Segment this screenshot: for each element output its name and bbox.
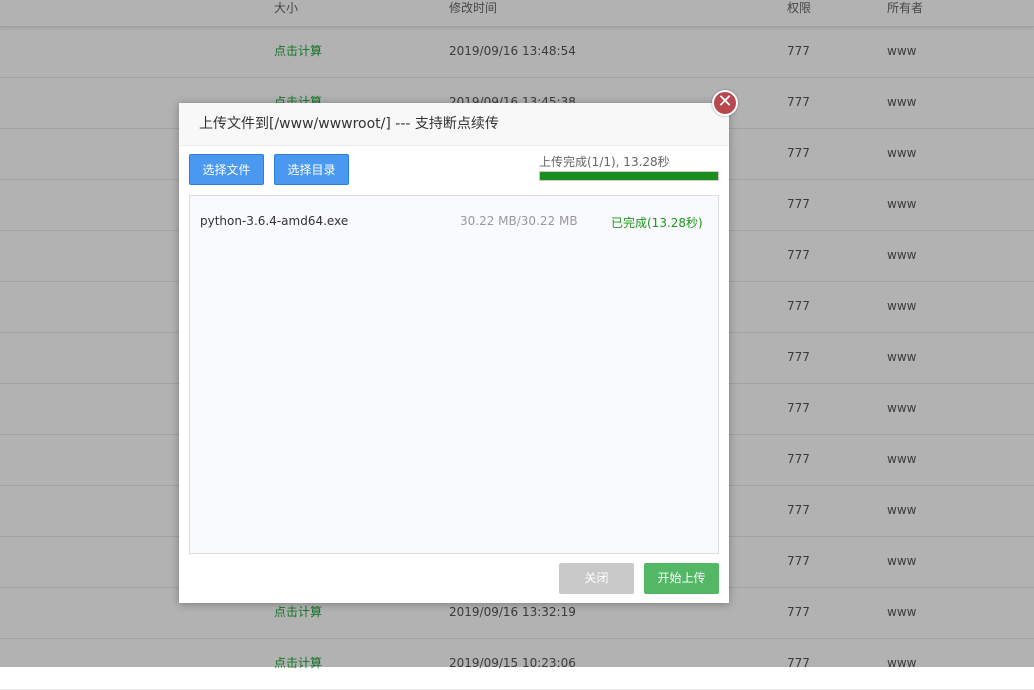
start-upload-button[interactable]: 开始上传 bbox=[644, 563, 719, 594]
upload-file-list: python-3.6.4-amd64.exe 30.22 MB/30.22 MB… bbox=[189, 195, 719, 554]
upload-progress-bar bbox=[539, 171, 719, 181]
close-icon[interactable]: ✕ bbox=[712, 90, 738, 116]
file-status: 已完成(13.28秒) bbox=[611, 216, 703, 230]
select-directory-button[interactable]: 选择目录 bbox=[274, 154, 349, 185]
upload-dialog: 上传文件到[/www/wwwroot/] --- 支持断点续传 ✕ 选择文件 选… bbox=[179, 90, 738, 603]
progress-fill bbox=[540, 172, 718, 180]
upload-status: 上传完成(1/1), 13.28秒 bbox=[539, 155, 670, 169]
file-size: 30.22 MB/30.22 MB bbox=[460, 214, 578, 228]
close-button[interactable]: 关闭 bbox=[559, 563, 634, 594]
file-name: python-3.6.4-amd64.exe bbox=[200, 214, 349, 228]
list-item: python-3.6.4-amd64.exe 30.22 MB/30.22 MB… bbox=[190, 208, 718, 236]
dialog-title: 上传文件到[/www/wwwroot/] --- 支持断点续传 bbox=[179, 103, 729, 146]
select-files-button[interactable]: 选择文件 bbox=[189, 154, 264, 185]
